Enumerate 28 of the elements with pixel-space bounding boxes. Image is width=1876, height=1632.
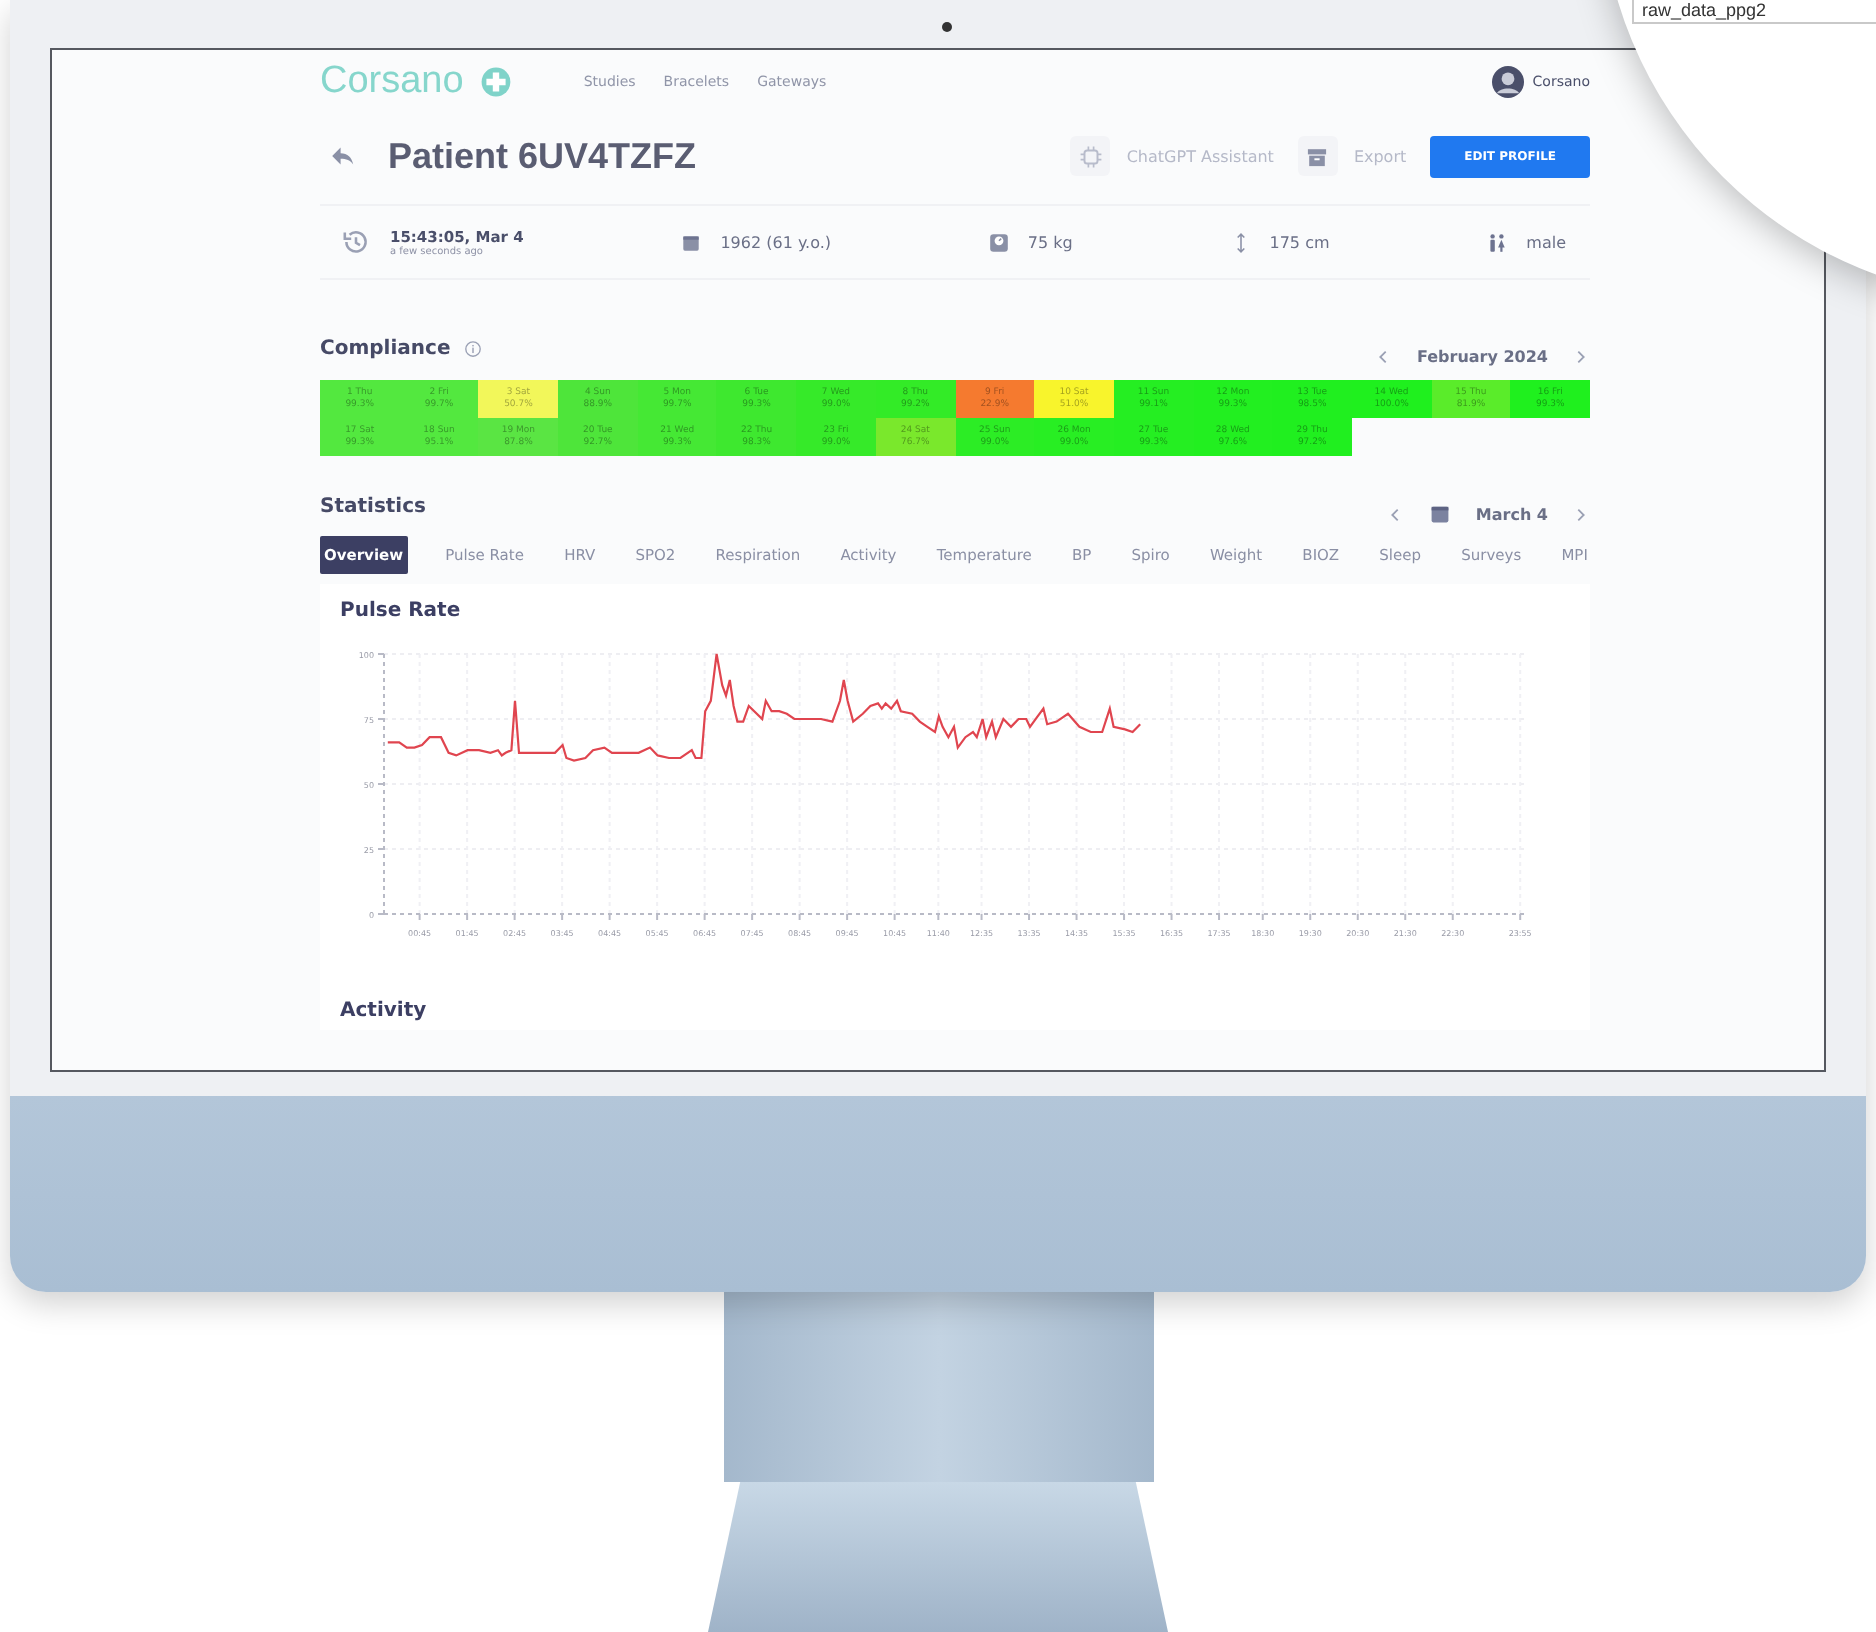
scale-icon — [987, 231, 1010, 253]
archive-box-icon[interactable] — [1304, 143, 1331, 169]
history-clock-icon — [340, 226, 372, 258]
info-icon[interactable] — [464, 339, 483, 357]
month-label: February 2024 — [1416, 347, 1548, 365]
section-title: Compliance — [320, 337, 451, 359]
info-value: 75 kg — [1027, 233, 1073, 251]
people-icon — [1486, 231, 1509, 253]
text-field[interactable]: raw_data_ppg2 — [1632, 0, 1876, 24]
avatar-icon[interactable] — [1492, 66, 1525, 98]
toolbar-link[interactable]: Export — [1353, 147, 1407, 165]
patient-title: Patient 6UV4TZFZ — [388, 135, 697, 177]
info-value: 1962 (61 y.o.) — [720, 233, 832, 251]
calendar-icon[interactable] — [1427, 502, 1452, 526]
chart-title: Activity — [340, 1000, 429, 1022]
plus-icon — [479, 66, 512, 98]
chip-icon[interactable] — [1077, 143, 1104, 169]
info-value: 175 cm — [1269, 233, 1330, 251]
chevron-right-icon[interactable] — [1572, 505, 1590, 523]
section-title: Statistics — [320, 495, 426, 517]
chart-title: Pulse Rate — [340, 600, 463, 622]
toolbar-link[interactable]: ChatGPT Assistant — [1126, 147, 1274, 165]
brand-logo-text[interactable]: Corsano — [320, 60, 464, 104]
date-label: March 4 — [1475, 505, 1548, 523]
calendar-icon — [680, 231, 703, 253]
back-arrow-icon[interactable] — [328, 142, 356, 170]
info-value: male — [1526, 233, 1566, 251]
chevron-right-icon[interactable] — [1572, 347, 1590, 365]
